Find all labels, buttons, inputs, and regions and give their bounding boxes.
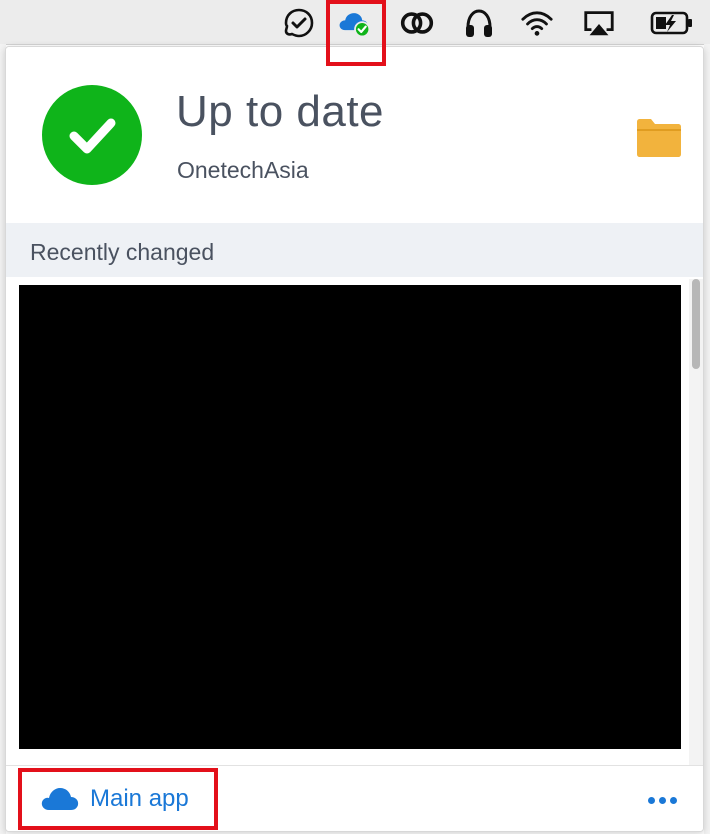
wifi-icon[interactable] — [520, 6, 554, 40]
popover-footer: Main app — [6, 765, 703, 831]
check-icon — [42, 85, 142, 185]
account-name: OnetechAsia — [177, 157, 309, 183]
more-dot — [669, 796, 677, 804]
status-area: Up to date OnetechAsia — [6, 47, 703, 222]
scrollbar-thumb[interactable] — [692, 279, 700, 369]
more-options-button[interactable] — [642, 788, 682, 812]
recently-changed-label: Recently changed — [30, 239, 215, 265]
main-app-button[interactable]: Main app — [18, 768, 218, 830]
cloud-icon — [41, 788, 79, 810]
battery-charging-icon[interactable] — [648, 6, 696, 40]
status-title: Up to date — [176, 87, 385, 136]
redacted-content — [19, 285, 681, 749]
recently-changed-header: Recently changed — [6, 223, 703, 277]
open-folder-button[interactable] — [634, 115, 684, 161]
cloud-sync-icon[interactable] — [338, 6, 372, 40]
airplay-icon[interactable] — [582, 6, 616, 40]
background-window-right — [704, 44, 710, 834]
recent-files-list[interactable] — [6, 279, 703, 765]
menu-bar — [0, 0, 710, 45]
headphones-icon[interactable] — [462, 6, 496, 40]
folder-icon — [637, 119, 681, 157]
more-dot — [658, 796, 666, 804]
sync-popover: Up to date OnetechAsia Recently changed — [5, 46, 704, 832]
skype-status-icon[interactable] — [282, 6, 316, 40]
more-dots-icon — [647, 796, 655, 804]
creative-cloud-icon[interactable] — [400, 6, 434, 40]
screen: Up to date OnetechAsia Recently changed — [0, 0, 710, 834]
main-app-label: Main app — [90, 785, 189, 812]
